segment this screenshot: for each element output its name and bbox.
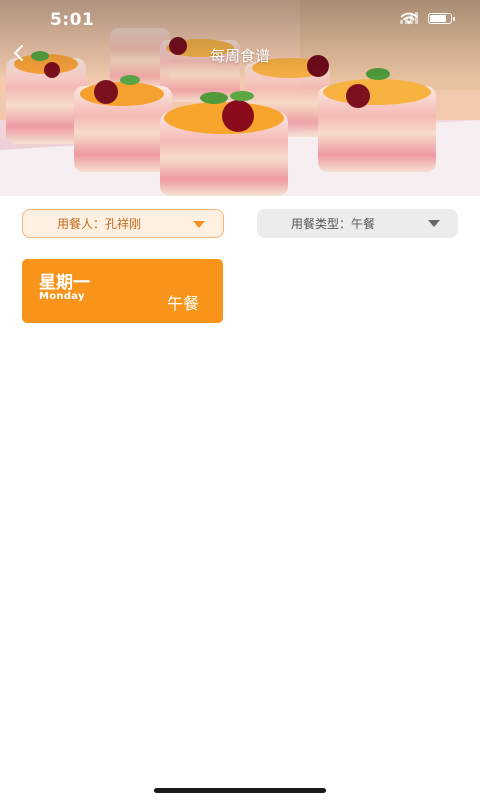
diner-selector[interactable]: 用餐人：孔祥刚 (22, 209, 224, 238)
meal-day-en: Monday (39, 291, 85, 302)
battery-level (430, 14, 446, 22)
meal-type-selector-label: 用餐类型：午餐 (291, 217, 376, 231)
home-indicator[interactable] (154, 788, 326, 793)
caret-down-icon (193, 221, 205, 228)
meal-card-monday[interactable]: 星期一 Monday 午餐 (22, 259, 223, 323)
meal-type-selector[interactable]: 用餐类型：午餐 (257, 209, 458, 238)
page-title: 每周食谱 (209, 47, 270, 65)
meal-day: 星期一 (39, 273, 90, 293)
caret-down-icon (428, 220, 440, 227)
wifi-icon (400, 12, 418, 25)
meal-type: 午餐 (166, 294, 199, 313)
battery-icon (428, 12, 455, 24)
status-time: 5:01 (50, 10, 95, 30)
hero-banner: 5:01 每周食谱 (0, 0, 480, 196)
diner-selector-label: 用餐人：孔祥刚 (57, 217, 142, 231)
status-icons (400, 12, 455, 25)
weekly-menu-page: 5:01 每周食谱 用餐人：孔祥刚 用餐类型：午餐 星期一 Monday 午餐 (0, 0, 480, 800)
status-bar: 5:01 (0, 0, 480, 40)
